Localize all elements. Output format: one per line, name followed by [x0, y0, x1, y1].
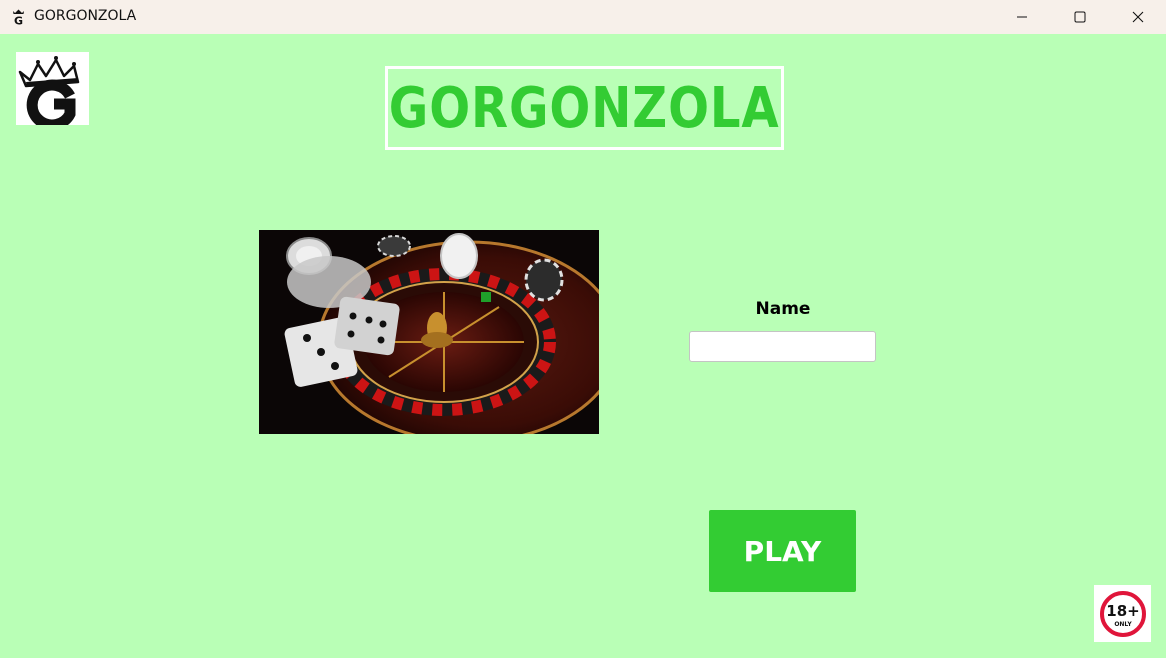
crown-g-logo [16, 52, 89, 131]
close-icon [1132, 11, 1144, 23]
maximize-icon [1074, 11, 1086, 23]
roulette-wheel-dice-chips-image [259, 230, 599, 434]
age-restriction-badge: 18+ ONLY [1094, 585, 1151, 642]
svg-text:G: G [14, 15, 23, 26]
banner-title: GORGONZOLA [389, 75, 780, 141]
eighteen-plus-icon: 18+ ONLY [1099, 590, 1146, 637]
svg-text:ONLY: ONLY [1114, 621, 1132, 628]
maximize-button[interactable] [1051, 0, 1109, 34]
gorgonzola-app-icon: G [13, 9, 24, 26]
window-titlebar: G GORGONZOLA [0, 0, 1166, 34]
minimize-button[interactable] [993, 0, 1051, 34]
close-button[interactable] [1109, 0, 1166, 34]
title-banner: GORGONZOLA [385, 66, 784, 150]
play-button[interactable]: PLAY [709, 510, 856, 592]
window-title: GORGONZOLA [34, 8, 137, 24]
name-input[interactable] [689, 331, 876, 362]
minimize-icon [1017, 16, 1027, 18]
name-label: Name [755, 299, 811, 319]
main-content: GORGONZOLA Name PLAY 18+ ONLY [0, 34, 1166, 658]
svg-text:18+: 18+ [1106, 602, 1139, 620]
